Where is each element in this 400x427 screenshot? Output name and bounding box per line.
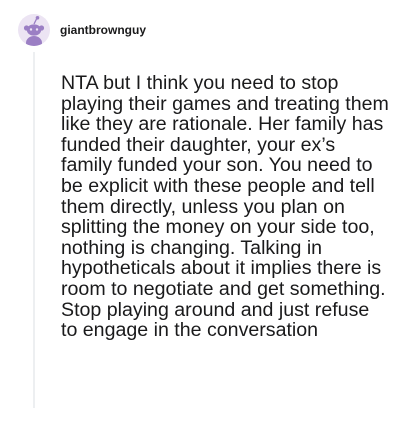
comment-card: giantbrownguy NTA but I think you need t… bbox=[0, 0, 400, 427]
comment-text: NTA but I think you need to stop playing… bbox=[61, 72, 389, 342]
username-link[interactable]: giantbrownguy bbox=[60, 23, 146, 37]
comment-header: giantbrownguy bbox=[18, 14, 146, 46]
avatar[interactable] bbox=[18, 14, 50, 46]
thread-line[interactable] bbox=[33, 52, 35, 408]
snoo-avatar-icon bbox=[23, 16, 45, 46]
